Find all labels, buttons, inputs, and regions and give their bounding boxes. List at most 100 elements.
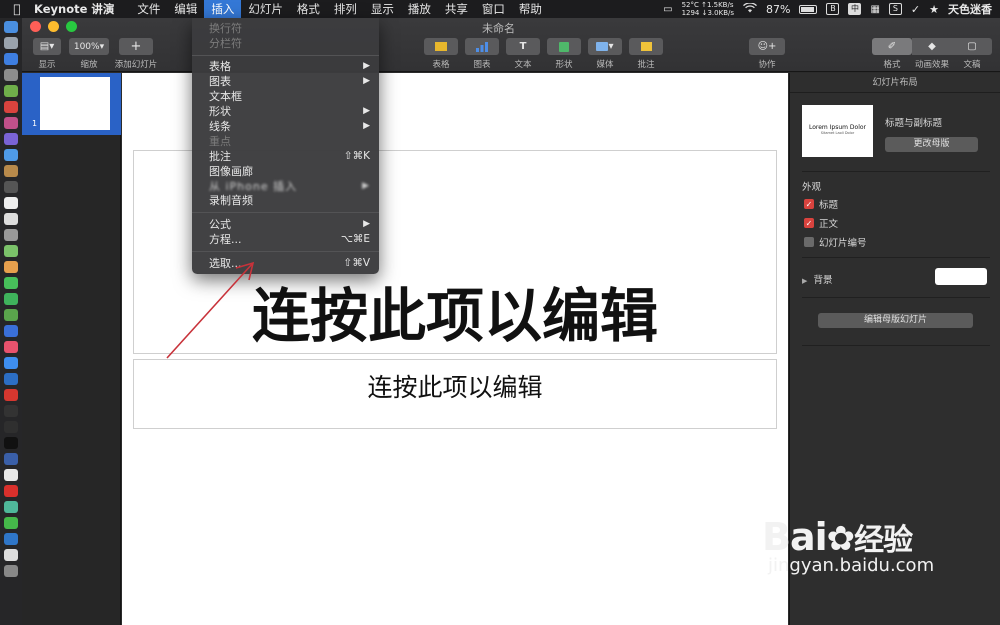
- body-checkbox[interactable]: ✓ 正文: [804, 216, 838, 230]
- app-name-menu[interactable]: Keynote 讲演: [34, 1, 114, 17]
- dock-app-blue-icon[interactable]: [4, 373, 18, 385]
- menu-item-table[interactable]: 表格 ▶: [192, 59, 379, 74]
- dock-vpn-icon[interactable]: [4, 453, 18, 465]
- dock-terminal-icon[interactable]: [4, 437, 18, 449]
- table-button[interactable]: 表格: [424, 38, 458, 70]
- menu-item-formula[interactable]: 公式 ▶: [192, 217, 379, 232]
- title-checkbox[interactable]: ✓ 标题: [804, 197, 838, 211]
- dock-calendar-icon[interactable]: [4, 197, 18, 209]
- menu-slide[interactable]: 幻灯片: [241, 0, 290, 18]
- apple-logo-icon[interactable]: : [0, 2, 34, 16]
- menu-item-line-break[interactable]: 换行符: [192, 21, 379, 36]
- dock-app-teal-icon[interactable]: [4, 501, 18, 513]
- animate-tab[interactable]: ◆ 动画效果: [912, 38, 952, 70]
- menu-item-column-break[interactable]: 分栏符: [192, 36, 379, 51]
- change-master-button[interactable]: 更改母版: [885, 137, 978, 152]
- menu-item-record-audio[interactable]: 录制音频: [192, 193, 379, 208]
- dock-photos-icon[interactable]: [4, 261, 18, 273]
- dock-app-violet-icon[interactable]: [4, 133, 18, 145]
- edit-master-slide-button[interactable]: 编辑母版幻灯片: [818, 313, 973, 328]
- menu-item-shape[interactable]: 形状 ▶: [192, 104, 379, 119]
- menu-share[interactable]: 共享: [438, 0, 475, 18]
- menu-item-comment[interactable]: 批注 ⇧⌘K: [192, 149, 379, 164]
- network-stats[interactable]: 52°C ↑1.5KB/s 1294 ↓3.0KB/s: [682, 1, 734, 17]
- add-slide-button[interactable]: + 添加幻灯片: [114, 38, 158, 70]
- dock-netease-icon[interactable]: [4, 485, 18, 497]
- dock-app-gray-icon[interactable]: [4, 229, 18, 241]
- dock-app-dark-icon[interactable]: [4, 181, 18, 193]
- subtitle-placeholder[interactable]: 连按此项以编辑: [133, 359, 777, 429]
- dock-document-icon[interactable]: [4, 213, 18, 225]
- bluetooth-box-icon[interactable]: B: [826, 3, 840, 15]
- menu-format[interactable]: 格式: [290, 0, 327, 18]
- dock-keynote-icon[interactable]: [4, 325, 18, 337]
- battery-icon[interactable]: [799, 4, 818, 14]
- dock-yandex-icon[interactable]: [4, 469, 18, 481]
- menu-edit[interactable]: 编辑: [167, 0, 204, 18]
- zoom-select[interactable]: 100% ▾ 缩放: [69, 38, 109, 70]
- dock-app-pink-icon[interactable]: [4, 117, 18, 129]
- collaborate-button[interactable]: ☺+ 协作: [749, 38, 785, 70]
- slide-title-text[interactable]: 连按此项以编辑: [134, 269, 776, 353]
- dock-numbers-icon[interactable]: [4, 309, 18, 321]
- menu-item-image-gallery[interactable]: 图像画廊: [192, 164, 379, 179]
- background-disclosure[interactable]: ▶ 背景: [802, 272, 832, 286]
- chart-button[interactable]: 图表: [465, 38, 499, 70]
- dock-facetime-icon[interactable]: [4, 293, 18, 305]
- dock-maps-icon[interactable]: [4, 245, 18, 257]
- dock-android-icon[interactable]: [4, 85, 18, 97]
- dock-file-icon[interactable]: [4, 549, 18, 561]
- master-layout-thumbnail[interactable]: Lorem Ipsum Dolor Sitamet Laoli Dolor: [802, 105, 873, 157]
- user-name[interactable]: 天色迷香: [948, 1, 992, 17]
- menu-file[interactable]: 文件: [130, 0, 167, 18]
- menu-play[interactable]: 播放: [401, 0, 438, 18]
- slide-subtitle-text[interactable]: 连按此项以编辑: [134, 368, 776, 404]
- dock-wechat-icon[interactable]: [4, 517, 18, 529]
- menu-item-highlight[interactable]: 重点: [192, 134, 379, 149]
- dock-safari-icon[interactable]: [4, 53, 18, 65]
- maximize-window-button[interactable]: [66, 21, 77, 32]
- menu-arrange[interactable]: 排列: [327, 0, 364, 18]
- background-color-well[interactable]: [935, 268, 987, 285]
- menu-item-line[interactable]: 线条 ▶: [192, 119, 379, 134]
- dock-vivaldi-icon[interactable]: [4, 389, 18, 401]
- slide-thumbnail-selected[interactable]: 1: [22, 73, 121, 135]
- dock-activity-icon[interactable]: [4, 421, 18, 433]
- dock-app-red-icon[interactable]: [4, 101, 18, 113]
- dock-messages-icon[interactable]: [4, 277, 18, 289]
- close-window-button[interactable]: [30, 21, 41, 32]
- menu-item-choose[interactable]: 选取... ⇧⌘V: [192, 256, 379, 271]
- view-button[interactable]: ▤▾ 显示: [33, 38, 61, 70]
- text-button[interactable]: T 文本: [506, 38, 540, 70]
- shape-button[interactable]: 形状: [547, 38, 581, 70]
- format-tab[interactable]: ✐ 格式: [872, 38, 912, 70]
- menu-view[interactable]: 显示: [364, 0, 401, 18]
- display-icon[interactable]: ▭: [663, 4, 672, 15]
- menu-help[interactable]: 帮助: [512, 0, 549, 18]
- dock-app-black-icon[interactable]: [4, 405, 18, 417]
- comment-button[interactable]: 批注: [629, 38, 663, 70]
- media-button[interactable]: ▾ 媒体: [588, 38, 622, 70]
- dock-launchpad-icon[interactable]: [4, 37, 18, 49]
- menu-item-chart[interactable]: 图表 ▶: [192, 74, 379, 89]
- menu-item-text-box[interactable]: 文本框: [192, 89, 379, 104]
- minimize-window-button[interactable]: [48, 21, 59, 32]
- menu-item-blurred[interactable]: 从 iPhone 插入 ▶: [192, 179, 379, 194]
- document-tab[interactable]: ▢ 文稿: [952, 38, 992, 70]
- slide-number-checkbox[interactable]: 幻灯片编号: [804, 235, 867, 249]
- wifi-icon[interactable]: [743, 1, 757, 16]
- dock-compass-icon[interactable]: [4, 149, 18, 161]
- star-icon[interactable]: ★: [929, 3, 939, 16]
- dock-appstore-icon[interactable]: [4, 357, 18, 369]
- dock-finder-icon[interactable]: [4, 21, 18, 33]
- grid-icon[interactable]: ▦: [870, 4, 879, 15]
- menu-insert[interactable]: 插入: [204, 0, 242, 18]
- dock-globe-icon[interactable]: [4, 533, 18, 545]
- dock-music-icon[interactable]: [4, 341, 18, 353]
- app-s-icon[interactable]: S: [888, 3, 902, 15]
- bluetooth-icon[interactable]: ✓: [911, 3, 920, 16]
- dock-trash-icon[interactable]: [4, 565, 18, 577]
- dock-notes-icon[interactable]: [4, 165, 18, 177]
- menu-item-equation[interactable]: 方程... ⌥⌘E: [192, 232, 379, 247]
- dock-rocket-icon[interactable]: [4, 69, 18, 81]
